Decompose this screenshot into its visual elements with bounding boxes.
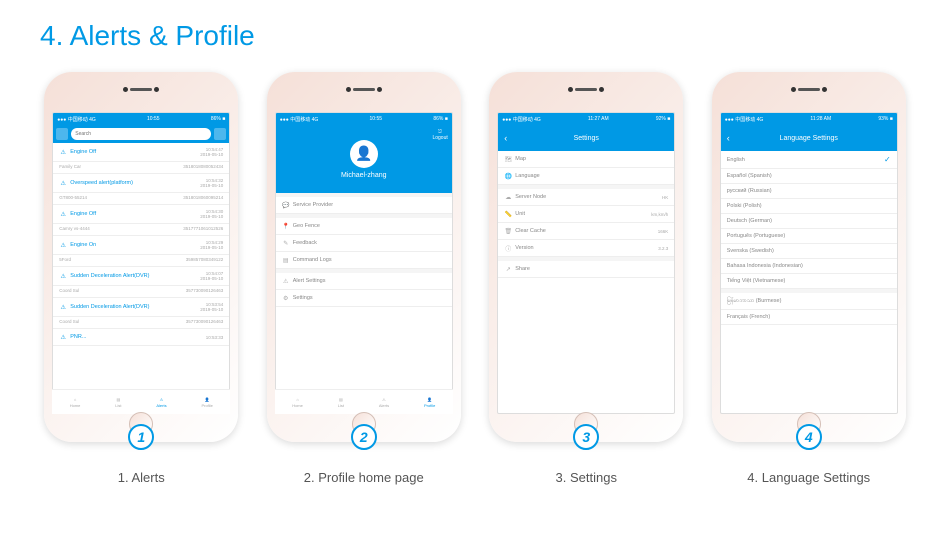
lang-title: Language Settings — [780, 135, 838, 142]
badge-2: 2 — [351, 424, 377, 450]
profile-item[interactable]: 💬Service Provider — [276, 197, 452, 214]
alert-row[interactable]: ⚠Engine Off10:54:472019-05-10 — [53, 143, 229, 162]
profile-item[interactable]: ✎Feedback — [276, 235, 452, 252]
alert-device: Coord Sul357730090126463 — [53, 317, 229, 329]
tab-list[interactable]: ▤List — [115, 397, 121, 408]
phone-row: ●●● 中国移动 4G10:5586% ■ ⚠Engine Off10:54:4… — [0, 52, 950, 442]
back-icon[interactable]: ‹ — [727, 133, 730, 143]
badge-3: 3 — [573, 424, 599, 450]
language-item[interactable]: Bahasa Indonesia (Indonesian) — [721, 259, 897, 274]
tab-alerts[interactable]: ⚠Alerts — [379, 397, 389, 408]
caption-3: 3. Settings — [497, 470, 675, 485]
filter-icon[interactable] — [56, 128, 68, 140]
settings-item[interactable]: ☁Server NodeHK — [498, 189, 674, 206]
language-item[interactable]: မြန်မာဘာသာ (Burmese) — [721, 293, 897, 310]
tab-home[interactable]: ⌂Home — [70, 397, 81, 408]
alert-device: Coord Sul357730090126463 — [53, 286, 229, 298]
profile-item[interactable]: ▤Command Logs — [276, 252, 452, 269]
settings-item[interactable]: 🗺Map — [498, 151, 674, 168]
language-item[interactable]: Deutsch (German) — [721, 214, 897, 229]
username: Michael-zhang — [341, 172, 387, 179]
avatar[interactable] — [350, 140, 378, 168]
tab-profile[interactable]: 👤Profile — [424, 397, 435, 408]
tab-home[interactable]: ⌂Home — [292, 397, 303, 408]
caption-1: 1. Alerts — [52, 470, 230, 485]
logout-button[interactable]: ⎋Logout — [432, 129, 447, 141]
profile-item[interactable]: ⚙Settings — [276, 290, 452, 307]
language-item[interactable]: Tiếng Việt (Vietnamese) — [721, 274, 897, 289]
alert-row[interactable]: ⚠Sudden Deceleration Alert(DVR)10:53:542… — [53, 298, 229, 317]
settings-item[interactable]: 🌐Language — [498, 168, 674, 185]
page-title: 4. Alerts & Profile — [0, 0, 950, 52]
badge-4: 4 — [796, 424, 822, 450]
alert-row[interactable]: ⚠Overspeed alert(platform)10:54:322019-0… — [53, 174, 229, 193]
alert-device: GT800-552143518018060095214 — [53, 193, 229, 205]
search-input[interactable] — [71, 128, 211, 140]
language-item[interactable]: Polski (Polish) — [721, 199, 897, 214]
settings-item[interactable]: 📏Unitkm,km/h — [498, 206, 674, 223]
profile-item[interactable]: ⚠Alert Settings — [276, 273, 452, 290]
tab-list[interactable]: ▤List — [338, 397, 344, 408]
tab-profile[interactable]: 👤Profile — [201, 397, 212, 408]
phone-2: ●●● 中国移动 4G10:5586% ■ ⎋Logout Michael-zh… — [267, 72, 461, 442]
language-item[interactable]: Svenska (Swedish) — [721, 244, 897, 259]
calendar-icon[interactable] — [214, 128, 226, 140]
profile-item[interactable]: 📍Geo Fence — [276, 218, 452, 235]
back-icon[interactable]: ‹ — [504, 133, 507, 143]
language-item[interactable]: Português (Portuguese) — [721, 229, 897, 244]
caption-2: 2. Profile home page — [275, 470, 453, 485]
profile-header: ⎋Logout Michael-zhang — [276, 125, 452, 193]
language-item[interactable]: Español (Spanish) — [721, 169, 897, 184]
alert-device: Camry vs-44443517771061012526 — [53, 224, 229, 236]
language-item[interactable]: English✓ — [721, 151, 897, 169]
check-icon: ✓ — [884, 155, 891, 164]
language-item[interactable]: Français (French) — [721, 310, 897, 325]
phone-1: ●●● 中国移动 4G10:5586% ■ ⚠Engine Off10:54:4… — [44, 72, 238, 442]
badge-1: 1 — [128, 424, 154, 450]
settings-title: Settings — [574, 135, 599, 142]
search-bar — [53, 125, 229, 143]
alert-row[interactable]: ⚠Sudden Deceleration Alert(DVR)10:54:072… — [53, 267, 229, 286]
language-item[interactable]: русский (Russian) — [721, 184, 897, 199]
alert-device: Family Car3518018080052434 — [53, 162, 229, 174]
settings-item[interactable]: ⓘVersion3.2.3 — [498, 240, 674, 257]
tab-alerts[interactable]: ⚠Alerts — [156, 397, 166, 408]
phone-3: ●●● 中国移动 4G11:27 AM92% ■ ‹Settings 🗺Map🌐… — [489, 72, 683, 442]
phone-4: ●●● 中国移动 4G11:28 AM93% ■ ‹Language Setti… — [712, 72, 906, 442]
alert-row[interactable]: ⚠Engine On10:54:292019-05-10 — [53, 236, 229, 255]
settings-item[interactable]: 🗑Clear Cache166K — [498, 223, 674, 240]
caption-4: 4. Language Settings — [720, 470, 898, 485]
alert-device: 5Ford359857080349122 — [53, 255, 229, 267]
alert-row[interactable]: ⚠Engine Off10:54:302019-05-10 — [53, 205, 229, 224]
settings-item[interactable]: ↗Share — [498, 261, 674, 278]
